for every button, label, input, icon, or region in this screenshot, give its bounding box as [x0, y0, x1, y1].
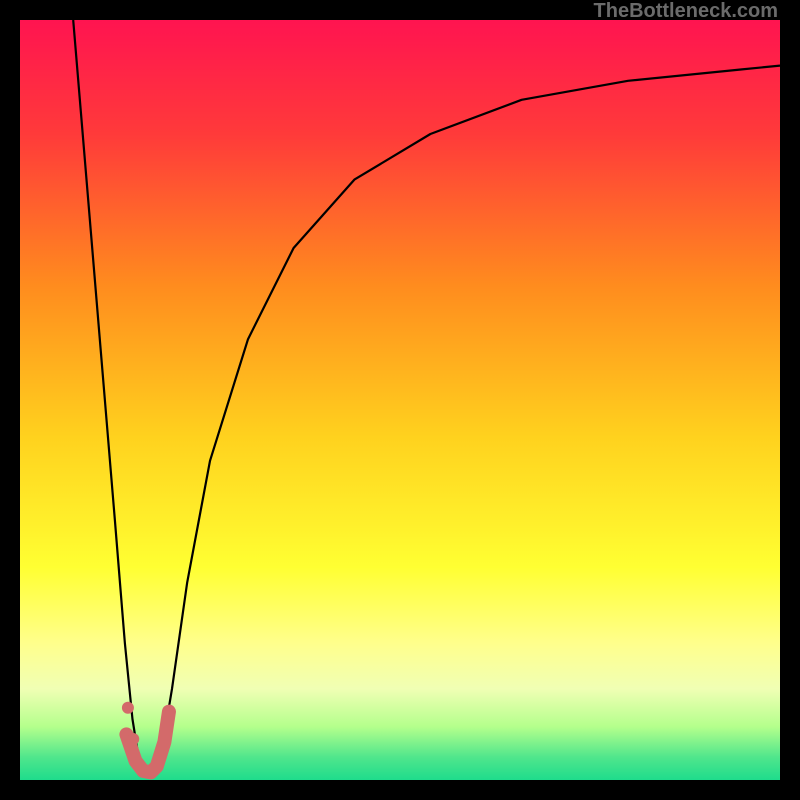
- dot-upper: [122, 702, 134, 714]
- bottleneck-chart: [20, 20, 780, 780]
- watermark-text: TheBottleneck.com: [594, 0, 778, 23]
- dot-mid: [127, 733, 139, 745]
- gradient-background: [20, 20, 780, 780]
